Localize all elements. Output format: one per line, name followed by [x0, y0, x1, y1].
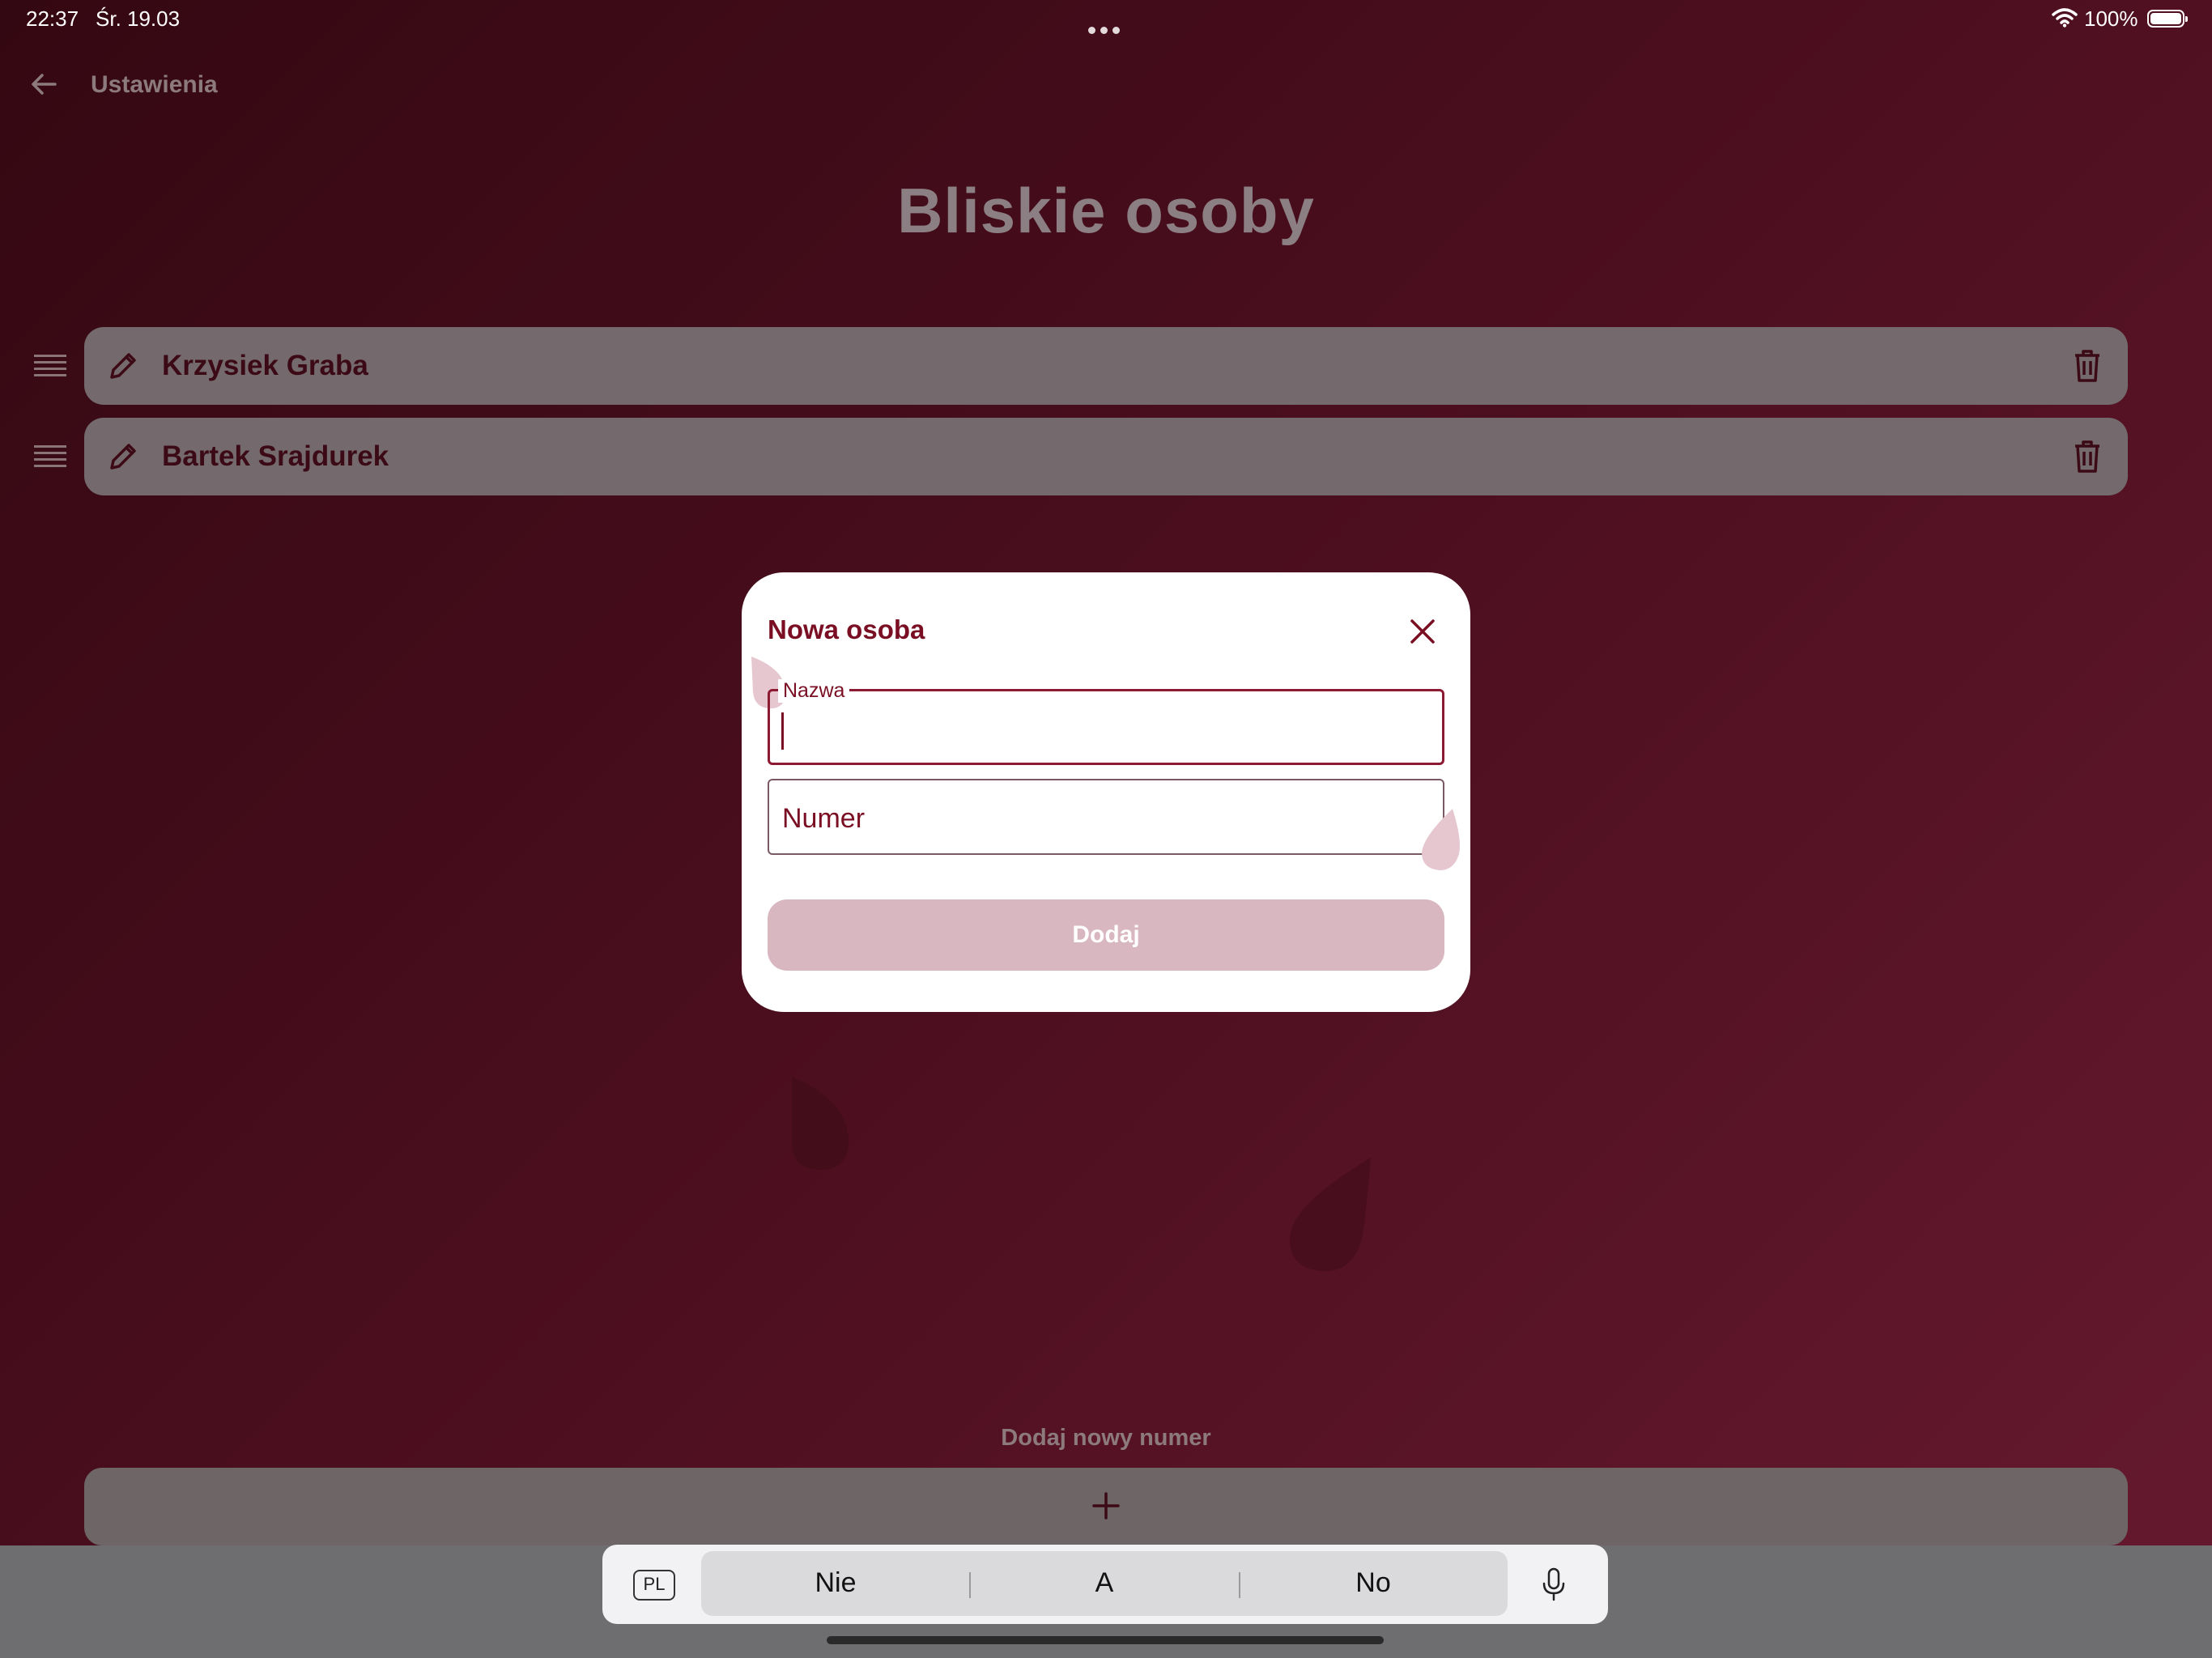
droplet-decoration-icon	[1422, 809, 1460, 870]
contact-name: Krzysiek Graba	[162, 350, 368, 381]
back-link[interactable]: Ustawienia	[91, 71, 218, 99]
suggestions: Nie A No	[701, 1551, 1508, 1616]
add-number-label: Dodaj nowy numer	[1001, 1425, 1211, 1451]
close-icon[interactable]	[1409, 618, 1436, 645]
trash-icon[interactable]	[2071, 439, 2104, 474]
text-cursor	[781, 712, 784, 750]
dialog-title: Nowa osoba	[768, 614, 925, 644]
contact-card[interactable]: Bartek Srajdurek	[84, 418, 2128, 495]
status-date: Śr. 19.03	[96, 6, 181, 31]
list-item: Krzysiek Graba	[0, 327, 2212, 405]
plus-icon	[1092, 1492, 1120, 1520]
page-title: Bliskie osoby	[897, 175, 1315, 246]
back-arrow-icon[interactable]	[28, 68, 60, 100]
suggestion-item[interactable]: No	[1239, 1567, 1508, 1599]
home-indicator[interactable]	[827, 1636, 1384, 1644]
list-item: Bartek Srajdurek	[0, 418, 2212, 495]
name-field[interactable]: Nazwa	[768, 679, 1444, 765]
contact-card[interactable]: Krzysiek Graba	[84, 327, 2128, 405]
keyboard-language-button[interactable]: PL	[633, 1570, 675, 1601]
droplet-decoration-icon	[792, 1077, 849, 1170]
trash-icon[interactable]	[2071, 348, 2104, 384]
pencil-icon[interactable]	[107, 350, 139, 382]
new-person-dialog: Nowa osoba Nazwa Numer Dodaj	[742, 572, 1470, 1012]
add-number-button[interactable]	[84, 1468, 2128, 1545]
battery-icon	[2147, 10, 2188, 28]
suggestion-item[interactable]: Nie	[701, 1567, 970, 1599]
microphone-icon[interactable]	[1542, 1567, 1566, 1601]
keyboard-suggestion-bar: PL Nie A No	[602, 1545, 1608, 1624]
wifi-icon	[2052, 8, 2078, 28]
suggestion-item[interactable]: A	[970, 1567, 1239, 1599]
name-field-label: Nazwa	[778, 679, 850, 703]
battery-percent: 100%	[2084, 6, 2138, 31]
status-bar: 22:37 Śr. 19.03 100%	[0, 0, 2212, 39]
pencil-icon[interactable]	[107, 440, 139, 473]
multitasking-dots-icon[interactable]	[1088, 15, 1125, 34]
status-time: 22:37	[26, 6, 79, 31]
droplet-decoration-icon	[1290, 1158, 1371, 1271]
number-field[interactable]: Numer	[768, 779, 1444, 855]
drag-handle-icon[interactable]	[34, 445, 66, 470]
number-field-placeholder: Numer	[782, 803, 866, 834]
contact-name: Bartek Srajdurek	[162, 440, 389, 472]
add-button[interactable]: Dodaj	[768, 899, 1444, 971]
drag-handle-icon[interactable]	[34, 355, 66, 379]
